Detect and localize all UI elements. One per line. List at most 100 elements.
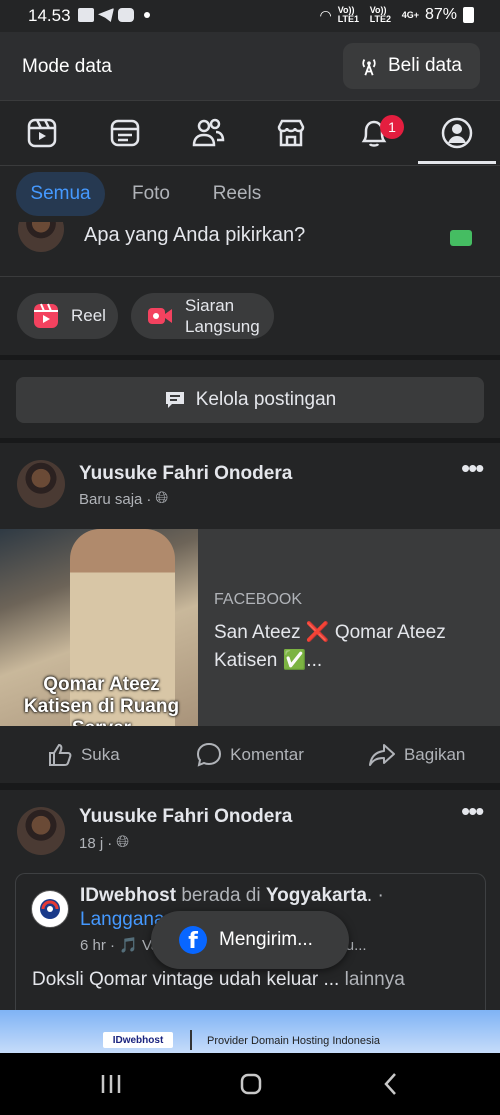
share-button[interactable]: Bagikan bbox=[333, 732, 500, 778]
see-more-link[interactable]: lainnya bbox=[345, 969, 405, 990]
buy-data-button[interactable]: Beli data bbox=[343, 43, 480, 89]
wifi-icon: ◠ bbox=[319, 6, 332, 23]
location-dot: . bbox=[366, 885, 373, 906]
post-time[interactable]: 18 j bbox=[79, 835, 103, 852]
post-card-2: Yuusuke Fahri Onodera 18 j · 🌐︎ ••• IDwe… bbox=[0, 790, 500, 1034]
manage-posts-icon bbox=[165, 392, 184, 408]
like-label: Suka bbox=[80, 745, 120, 764]
recent-apps-button[interactable] bbox=[100, 1073, 122, 1095]
like-button[interactable]: Suka bbox=[0, 732, 167, 778]
more-notifications-icon bbox=[144, 12, 150, 18]
shared-location[interactable]: Yogyakarta bbox=[266, 885, 367, 906]
network-3: 4G+ bbox=[401, 9, 419, 20]
battery-level: 87% bbox=[424, 6, 457, 23]
back-button[interactable] bbox=[381, 1072, 401, 1096]
author-avatar[interactable] bbox=[17, 807, 65, 855]
status-time: 14.53 bbox=[28, 6, 71, 25]
marketplace-icon bbox=[277, 119, 304, 147]
nav-feed[interactable] bbox=[83, 101, 166, 165]
recent-apps-icon bbox=[101, 1075, 121, 1093]
post-author[interactable]: Yuusuke Fahri Onodera bbox=[79, 463, 292, 485]
profile-icon bbox=[441, 117, 472, 149]
more-options-icon[interactable]: ••• bbox=[461, 453, 484, 484]
live-label: Siaran Langsung bbox=[185, 296, 260, 336]
reel-icon bbox=[34, 303, 58, 328]
idwebhost-page-avatar[interactable] bbox=[31, 890, 69, 928]
comment-icon bbox=[197, 742, 222, 767]
nav-notifications[interactable] bbox=[332, 101, 415, 165]
toast-label: Mengirim... bbox=[219, 929, 313, 950]
ad-logo: IDwebhost bbox=[103, 1032, 173, 1048]
data-mode-bar: Mode data Beli data bbox=[0, 32, 500, 101]
manage-posts-button[interactable]: Kelola postingan bbox=[16, 377, 484, 423]
buy-data-label: Beli data bbox=[388, 55, 462, 76]
location-connector: berada di bbox=[181, 885, 261, 906]
sending-toast: f Mengirim... bbox=[151, 911, 349, 969]
status-notification-icons bbox=[78, 8, 150, 22]
avatar bbox=[18, 222, 64, 252]
ad-divider bbox=[190, 1030, 192, 1050]
post-card-1: Yuusuke Fahri Onodera Baru saja · 🌐︎ •••… bbox=[0, 443, 500, 783]
author-avatar[interactable] bbox=[17, 460, 65, 508]
share-label: Bagikan bbox=[403, 745, 466, 764]
thumbnail-caption: Qomar Ateez Katisen di Ruang Server bbox=[23, 674, 180, 726]
go-live-button[interactable]: Siaran Langsung bbox=[131, 293, 274, 339]
network-2: Vo)) LTE2 bbox=[369, 5, 392, 24]
battery-icon bbox=[463, 7, 474, 23]
home-button[interactable] bbox=[239, 1072, 263, 1096]
create-row: Reel Siaran Langsung bbox=[0, 277, 500, 355]
nav-marketplace[interactable] bbox=[249, 101, 332, 165]
like-icon bbox=[48, 743, 72, 766]
post-time[interactable]: Baru saja bbox=[79, 491, 142, 508]
shared-link-card[interactable]: Qomar Ateez Katisen di Ruang Server FACE… bbox=[0, 529, 500, 726]
filter-bar: Semua Foto Reels bbox=[0, 166, 500, 222]
filter-all[interactable]: Semua bbox=[16, 172, 105, 216]
active-tab-indicator bbox=[418, 161, 496, 164]
facebook-icon: f bbox=[179, 926, 207, 954]
gallery-icon bbox=[78, 8, 94, 22]
nav-friends[interactable] bbox=[166, 101, 249, 165]
composer-placeholder: Apa yang Anda pikirkan? bbox=[84, 224, 306, 246]
reel-label: Reel bbox=[71, 306, 106, 325]
shared-source: FACEBOOK bbox=[214, 591, 303, 608]
status-system-icons: ◠ Vo)) LTE1 Vo)) LTE2 4G+ 87% bbox=[319, 6, 474, 24]
filter-reels[interactable]: Reels bbox=[199, 172, 275, 216]
post-composer[interactable]: Apa yang Anda pikirkan? bbox=[0, 222, 500, 277]
main-nav: 1 bbox=[0, 101, 500, 166]
separator-dot: · bbox=[146, 490, 152, 508]
ad-banner[interactable]: IDwebhost Provider Domain Hosting Indone… bbox=[0, 1010, 500, 1053]
share-icon bbox=[368, 744, 395, 766]
shared-title: San Ateez ❌ Qomar Ateez Katisen ✅... bbox=[214, 622, 446, 671]
shared-page-name[interactable]: IDwebhost bbox=[80, 885, 176, 906]
manage-posts-section: Kelola postingan bbox=[0, 360, 500, 438]
globe-icon: 🌐︎ bbox=[155, 490, 169, 507]
separator-dot: · bbox=[107, 834, 113, 852]
idwebhost-logo-icon bbox=[40, 899, 60, 919]
shared-post-body: Doksli Qomar vintage udah keluar ... bbox=[32, 969, 340, 990]
network-1: Vo)) LTE1 bbox=[337, 5, 360, 24]
status-bar: 14.53 ◠ Vo)) LTE1 Vo)) LTE2 4G+ 87% bbox=[0, 0, 500, 32]
comment-button[interactable]: Komentar bbox=[167, 732, 334, 778]
back-icon bbox=[384, 1073, 396, 1095]
notification-badge: 1 bbox=[380, 115, 404, 139]
manage-posts-label: Kelola postingan bbox=[195, 389, 337, 410]
system-nav-bar bbox=[0, 1053, 500, 1115]
antenna-icon bbox=[362, 59, 376, 76]
shared-thumbnail: Qomar Ateez Katisen di Ruang Server bbox=[0, 529, 198, 726]
nav-video[interactable] bbox=[0, 101, 83, 165]
ad-text: Provider Domain Hosting Indonesia bbox=[207, 1035, 381, 1047]
youtube-icon bbox=[118, 8, 134, 22]
post-meta: 18 j · 🌐︎ bbox=[79, 834, 129, 852]
telegram-icon bbox=[98, 8, 114, 22]
photo-icon[interactable] bbox=[450, 230, 472, 246]
feed-icon bbox=[110, 119, 139, 147]
more-options-icon[interactable]: ••• bbox=[461, 796, 484, 827]
nav-profile[interactable] bbox=[415, 101, 498, 165]
post-actions: Suka Komentar Bagikan bbox=[0, 732, 500, 778]
home-icon bbox=[240, 1073, 262, 1095]
filter-photo[interactable]: Foto bbox=[119, 172, 183, 216]
post-meta: Baru saja · 🌐︎ bbox=[79, 490, 168, 508]
create-reel-button[interactable]: Reel bbox=[17, 293, 118, 339]
post-author[interactable]: Yuusuke Fahri Onodera bbox=[79, 806, 292, 828]
comment-label: Komentar bbox=[230, 745, 304, 764]
